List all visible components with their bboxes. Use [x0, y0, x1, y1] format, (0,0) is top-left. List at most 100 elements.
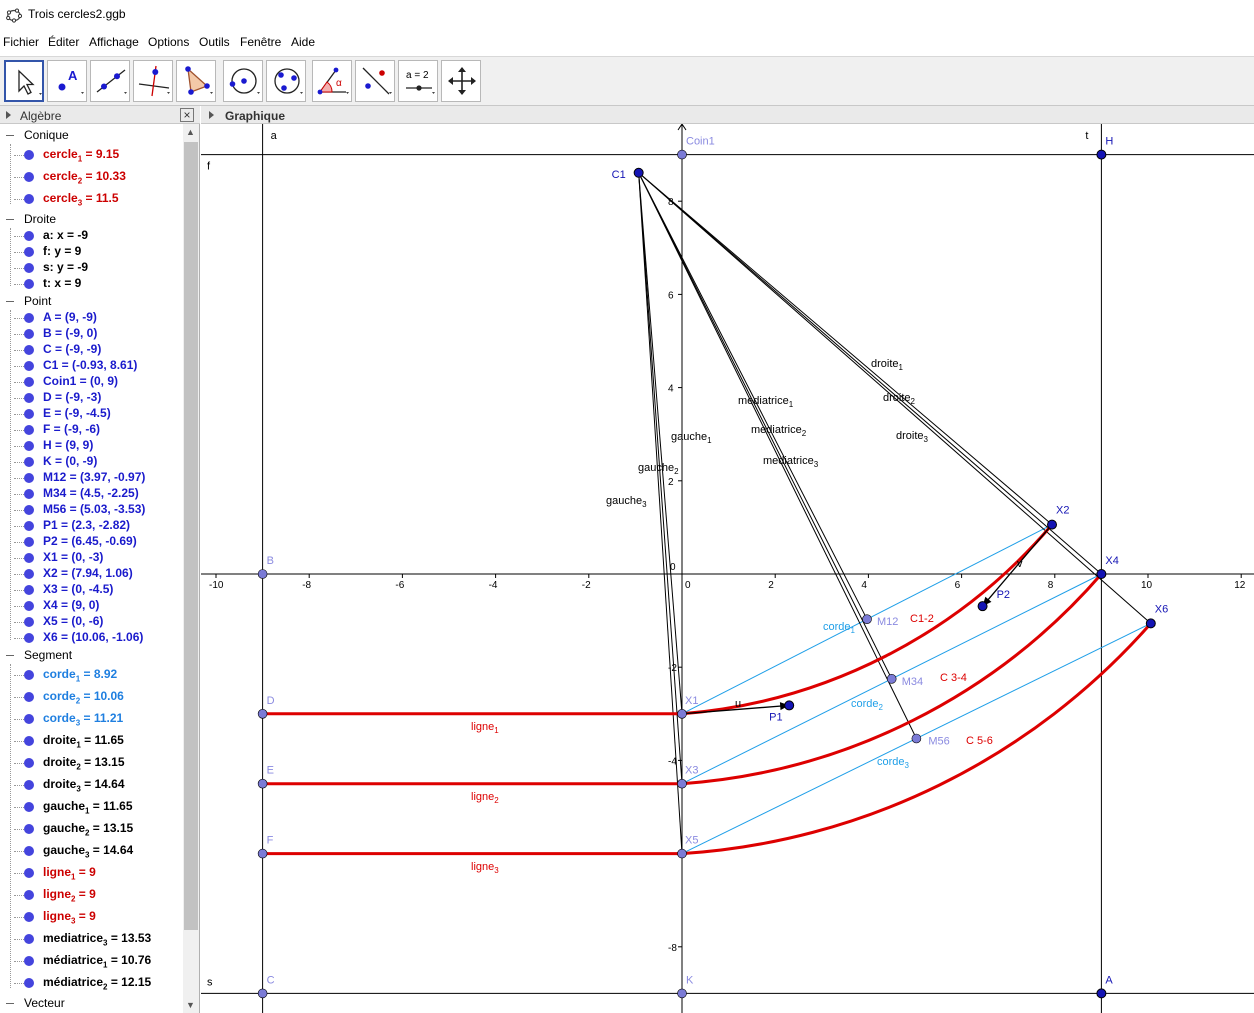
- circle-center-tool-button[interactable]: [223, 60, 263, 102]
- algebra-item[interactable]: H = (9, 9): [14, 438, 182, 454]
- visibility-toggle-icon[interactable]: [24, 868, 34, 878]
- visibility-toggle-icon[interactable]: [24, 553, 34, 563]
- algebra-item[interactable]: Coin1 = (0, 9): [14, 374, 182, 390]
- point-K[interactable]: [677, 988, 687, 999]
- algebra-item[interactable]: M56 = (5.03, -3.53): [14, 502, 182, 518]
- group-collapse-icon[interactable]: [5, 999, 14, 1008]
- visibility-toggle-icon[interactable]: [24, 736, 34, 746]
- algebra-item[interactable]: corde1 = 8.92: [14, 667, 182, 683]
- algebra-item[interactable]: P2 = (6.45, -0.69): [14, 534, 182, 550]
- perpendicular-tool-button[interactable]: [133, 60, 173, 102]
- visibility-toggle-icon[interactable]: [24, 279, 34, 289]
- point-D[interactable]: [257, 708, 268, 719]
- algebra-item[interactable]: K = (0, -9): [14, 454, 182, 470]
- visibility-toggle-icon[interactable]: [24, 585, 34, 595]
- algebra-item[interactable]: M34 = (4.5, -2.25): [14, 486, 182, 502]
- visibility-toggle-icon[interactable]: [24, 194, 34, 204]
- collapse-triangle-icon[interactable]: [6, 111, 11, 119]
- visibility-toggle-icon[interactable]: [24, 890, 34, 900]
- visibility-toggle-icon[interactable]: [24, 409, 34, 419]
- point-X3[interactable]: [677, 778, 687, 789]
- algebra-item[interactable]: gauche2 = 13.15: [14, 821, 182, 837]
- visibility-toggle-icon[interactable]: [24, 601, 34, 611]
- close-icon[interactable]: ×: [180, 108, 194, 122]
- graphics-view[interactable]: -10 -8 -6 -4 -2 0 2 4 6 8 10 12 8 6 4 2 -2 -4 -8 0 a t f s corde…: [201, 106, 1254, 1013]
- algebra-item[interactable]: mediatrice3 = 13.53: [14, 931, 182, 947]
- group-collapse-icon[interactable]: [5, 215, 14, 224]
- algebra-item[interactable]: gauche1 = 11.65: [14, 799, 182, 815]
- group-header[interactable]: Segment: [24, 648, 72, 662]
- circle-three-points-tool-button[interactable]: [266, 60, 306, 102]
- visibility-toggle-icon[interactable]: [24, 692, 34, 702]
- visibility-toggle-icon[interactable]: [24, 425, 34, 435]
- algebra-item[interactable]: P1 = (2.3, -2.82): [14, 518, 182, 534]
- point-P2[interactable]: [977, 601, 988, 612]
- slider-tool-button[interactable]: a = 2: [398, 60, 438, 102]
- scroll-up-icon[interactable]: ▲: [186, 127, 196, 137]
- visibility-toggle-icon[interactable]: [24, 361, 34, 371]
- collapse-triangle-icon[interactable]: [209, 111, 214, 119]
- move-tool-button[interactable]: [4, 60, 44, 102]
- algebra-item[interactable]: médiatrice1 = 10.76: [14, 953, 182, 969]
- visibility-toggle-icon[interactable]: [24, 956, 34, 966]
- group-collapse-icon[interactable]: [5, 131, 14, 140]
- visibility-toggle-icon[interactable]: [24, 329, 34, 339]
- visibility-toggle-icon[interactable]: [24, 457, 34, 467]
- algebra-item[interactable]: A = (9, -9): [14, 310, 182, 326]
- point-B[interactable]: [257, 569, 268, 579]
- point-M12[interactable]: [862, 614, 872, 625]
- menu-fichier[interactable]: Fichier: [3, 35, 39, 49]
- group-header[interactable]: Point: [24, 294, 51, 308]
- visibility-toggle-icon[interactable]: [24, 473, 34, 483]
- menu-options[interactable]: Options: [148, 35, 189, 49]
- algebra-item[interactable]: C1 = (-0.93, 8.61): [14, 358, 182, 374]
- algebra-item[interactable]: X5 = (0, -6): [14, 614, 182, 630]
- visibility-toggle-icon[interactable]: [24, 824, 34, 834]
- algebra-item[interactable]: a: x = -9: [14, 228, 182, 244]
- point-tool-button[interactable]: A: [47, 60, 87, 102]
- point-A[interactable]: [1096, 988, 1107, 999]
- visibility-toggle-icon[interactable]: [24, 569, 34, 579]
- point-X1[interactable]: [677, 708, 687, 719]
- algebra-item[interactable]: ligne2 = 9: [14, 887, 182, 903]
- droite-segment[interactable]: [638, 172, 1053, 525]
- algebra-item[interactable]: X1 = (0, -3): [14, 550, 182, 566]
- visibility-toggle-icon[interactable]: [24, 172, 34, 182]
- group-header[interactable]: Droite: [24, 212, 56, 226]
- visibility-toggle-icon[interactable]: [24, 978, 34, 988]
- algebra-item[interactable]: cercle1 = 9.15: [14, 147, 182, 163]
- graphics-canvas[interactable]: -10 -8 -6 -4 -2 0 2 4 6 8 10 128642-2-4-80a tfscorde…: [201, 106, 1254, 1013]
- visibility-toggle-icon[interactable]: [24, 912, 34, 922]
- point-E[interactable]: [257, 778, 268, 789]
- visibility-toggle-icon[interactable]: [24, 247, 34, 257]
- algebra-item[interactable]: B = (-9, 0): [14, 326, 182, 342]
- visibility-toggle-icon[interactable]: [24, 441, 34, 451]
- visibility-toggle-icon[interactable]: [24, 263, 34, 273]
- visibility-toggle-icon[interactable]: [24, 313, 34, 323]
- algebra-item[interactable]: E = (-9, -4.5): [14, 406, 182, 422]
- algebra-item[interactable]: f: y = 9: [14, 244, 182, 260]
- algebra-item[interactable]: cercle3 = 11.5: [14, 191, 182, 207]
- group-header[interactable]: Conique: [24, 128, 69, 142]
- algebra-item[interactable]: cercle2 = 10.33: [14, 169, 182, 185]
- scroll-down-icon[interactable]: ▼: [186, 1000, 196, 1010]
- menu-editer[interactable]: Éditer: [48, 35, 79, 49]
- angle-tool-button[interactable]: α: [312, 60, 352, 102]
- algebra-item[interactable]: D = (-9, -3): [14, 390, 182, 406]
- visibility-toggle-icon[interactable]: [24, 231, 34, 241]
- algebra-item[interactable]: droite2 = 13.15: [14, 755, 182, 771]
- visibility-toggle-icon[interactable]: [24, 670, 34, 680]
- visibility-toggle-icon[interactable]: [24, 345, 34, 355]
- visibility-toggle-icon[interactable]: [24, 802, 34, 812]
- move-graphics-tool-button[interactable]: [441, 60, 481, 102]
- menu-aide[interactable]: Aide: [291, 35, 315, 49]
- droite-segment[interactable]: [638, 172, 1102, 575]
- visibility-toggle-icon[interactable]: [24, 489, 34, 499]
- algebra-item[interactable]: ligne1 = 9: [14, 865, 182, 881]
- point-X6[interactable]: [1145, 618, 1156, 629]
- visibility-toggle-icon[interactable]: [24, 714, 34, 724]
- reflect-tool-button[interactable]: [355, 60, 395, 102]
- algebra-item[interactable]: gauche3 = 14.64: [14, 843, 182, 859]
- visibility-toggle-icon[interactable]: [24, 505, 34, 515]
- point-H[interactable]: [1096, 149, 1107, 160]
